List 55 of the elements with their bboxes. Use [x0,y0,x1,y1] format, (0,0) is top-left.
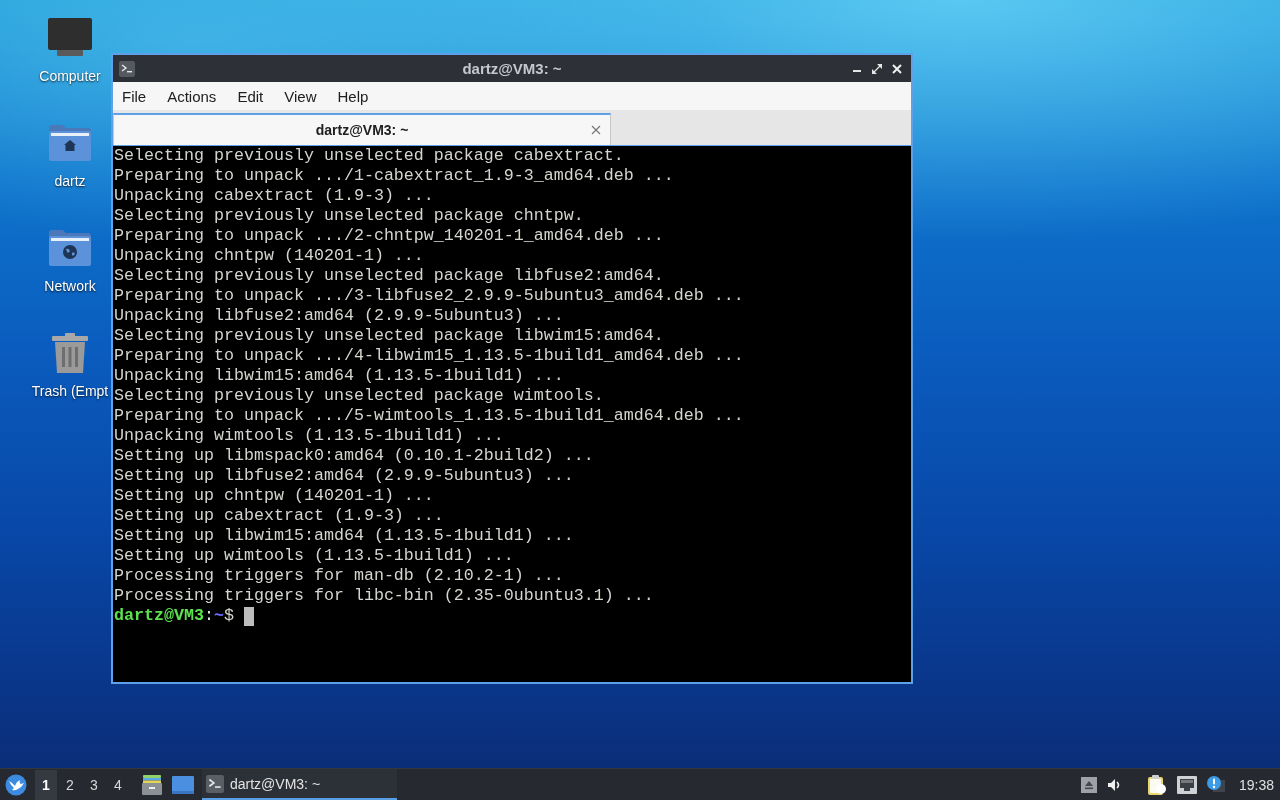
terminal-icon[interactable] [119,60,135,77]
workspace-button[interactable]: 1 [35,769,57,800]
terminal-line: Unpacking cabextract (1.9-3) ... [114,186,434,206]
terminal-line: Processing triggers for man-db (2.10.2-1) ... [114,566,564,586]
menu-item[interactable]: Help [337,87,369,105]
terminal-line: Selecting previously unselected package libwim15:amd64. [114,326,664,346]
terminal-prompt: dartz@VM3:~$ [114,606,234,626]
workspace-button[interactable]: 4 [107,769,129,800]
window-title: dartz@VM3: ~ [462,60,562,77]
terminal-line: Unpacking chntpw (140201-1) ... [114,246,424,266]
terminal-line: Setting up chntpw (140201-1) ... [114,486,434,506]
terminal-line: Preparing to unpack .../4-libwim15_1.13.5-1build1_amd64.deb ... [114,346,744,366]
menu-item[interactable]: Actions [167,87,217,105]
trash-can-icon[interactable] [52,333,88,373]
eject-icon[interactable] [1080,776,1097,793]
alert-icon[interactable] [1206,775,1225,794]
ethernet-port-icon[interactable] [1176,775,1197,794]
terminal-line: Selecting previously unselected package libfuse2:amd64. [114,266,664,286]
terminal-icon [206,774,224,793]
terminal-line: Processing triggers for libc-bin (2.35-0ubuntu3.1) ... [114,586,654,606]
terminal-line: Setting up libfuse2:amd64 (2.9.9-5ubuntu3) ... [114,466,574,486]
terminal-line: Selecting previously unselected package cabextract. [114,146,624,166]
terminal-line: Setting up cabextract (1.9-3) ... [114,506,444,526]
clipboard-icon[interactable] [1146,774,1167,795]
workspace-button[interactable]: 2 [59,769,81,800]
clock[interactable]: 19:38 [1238,776,1274,793]
globe-folder-icon[interactable] [49,228,91,268]
home-folder-icon[interactable] [49,123,91,163]
menu-item[interactable]: Edit [237,87,264,105]
terminal-line: Unpacking libwim15:amd64 (1.13.5-1build1) ... [114,366,564,386]
terminal-line: Unpacking libfuse2:amd64 (2.9.9-5ubuntu3) ... [114,306,564,326]
bird-logo-icon[interactable] [5,773,27,796]
workspace-button[interactable]: 3 [83,769,105,800]
file-cabinet-icon[interactable] [142,774,162,795]
terminal-line: Setting up libmspack0:amd64 (0.10.1-2build2) ... [114,446,594,466]
terminal-line: Unpacking wimtools (1.13.5-1build1) ... [114,426,504,446]
maximize-icon[interactable] [872,63,882,74]
terminal-line: Preparing to unpack .../2-chntpw_140201-1_amd64.deb ... [114,226,664,246]
desktop-icon-label[interactable]: dartz [54,173,86,189]
taskbar-window-button[interactable]: dartz@VM3: ~ [202,769,397,800]
desktop-icon-label[interactable]: Network [44,278,96,294]
terminal-line: Preparing to unpack .../5-wimtools_1.13.5-1build1_amd64.deb ... [114,406,744,426]
menu-item[interactable]: View [284,87,317,105]
terminal-line: Preparing to unpack .../1-cabextract_1.9-3_amd64.deb ... [114,166,674,186]
terminal-line: Preparing to unpack .../3-libfuse2_2.9.9-5ubuntu3_amd64.deb ... [114,286,744,306]
desktop-icon-label[interactable]: Trash (Empt [31,383,109,399]
terminal-tab[interactable]: dartz@VM3: ~ [113,113,611,145]
screen-icon[interactable] [172,775,194,794]
text-cursor [243,606,254,626]
menu-item[interactable]: File [122,87,147,105]
terminal-line: Setting up wimtools (1.13.5-1build1) ... [114,546,514,566]
terminal-line: Selecting previously unselected package chntpw. [114,206,584,226]
terminal-line: Selecting previously unselected package wimtools. [114,386,604,406]
monitor-icon[interactable] [48,18,92,58]
terminal-line: Setting up libwim15:amd64 (1.13.5-1build1) ... [114,526,574,546]
